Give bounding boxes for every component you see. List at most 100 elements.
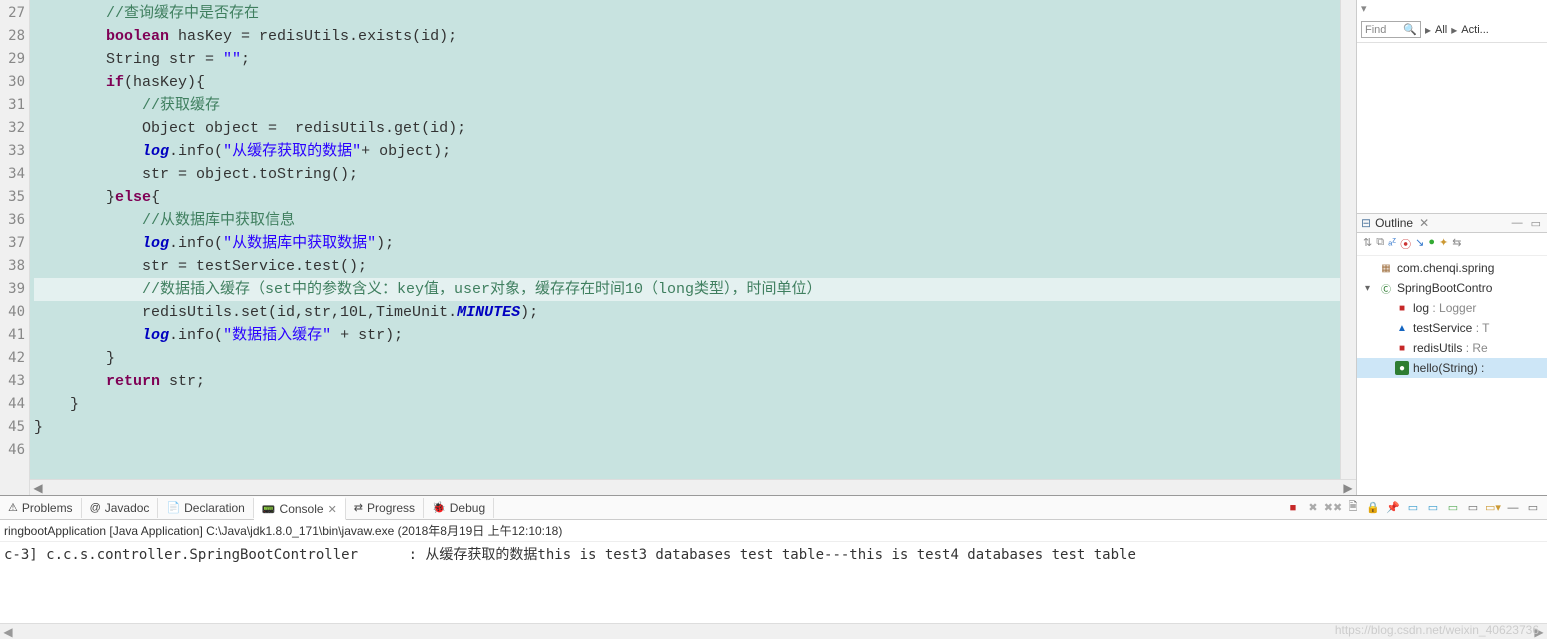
hide-nonpublic-icon[interactable]: ● — [1428, 236, 1435, 252]
minimize-icon[interactable]: ― — [1505, 500, 1521, 516]
maximize-icon[interactable]: ▭ — [1525, 500, 1541, 516]
code-line[interactable]: } — [34, 416, 1356, 439]
code-line[interactable]: log.info("从数据库中获取数据"); — [34, 232, 1356, 255]
dropdown-icon[interactable]: ▾ — [1361, 2, 1367, 15]
close-icon[interactable]: ✕ — [328, 503, 337, 516]
scroll-right-icon[interactable]: ▶ — [1340, 481, 1356, 495]
debug-icon: 🐞 — [432, 501, 446, 514]
clear-console-icon[interactable]: 🗎 — [1345, 500, 1361, 516]
link-editor-icon[interactable]: ⇆ — [1452, 236, 1461, 252]
method-icon: ● — [1395, 361, 1409, 375]
member-label: redisUtils : Re — [1413, 341, 1488, 355]
outline-member[interactable]: ■ log : Logger — [1357, 298, 1547, 318]
line-number: 39 — [0, 278, 29, 301]
tab-progress[interactable]: ⇄ Progress — [346, 498, 424, 518]
member-label: hello(String) : — [1413, 361, 1484, 375]
console-icon: 📟 — [262, 503, 276, 516]
outline-member[interactable]: ● hello(String) : — [1357, 358, 1547, 378]
console-dropdown-icon[interactable]: ▭▾ — [1485, 500, 1501, 516]
sort-icon[interactable]: ⇅ — [1363, 236, 1372, 252]
breadcrumb-all[interactable]: All — [1435, 24, 1447, 36]
code-editor[interactable]: 2728293031323334353637383940414243444546… — [0, 0, 1357, 495]
code-line[interactable]: log.info("从缓存获取的数据"+ object); — [34, 140, 1356, 163]
tab-debug[interactable]: 🐞Debug — [424, 498, 494, 518]
code-line[interactable]: //获取缓存 — [34, 94, 1356, 117]
code-line[interactable]: log.info("数据插入缓存" + str); — [34, 324, 1356, 347]
outline-tree[interactable]: ▦ com.chenqi.spring ▾ Ⓒ SpringBootContro… — [1357, 256, 1547, 380]
outline-member[interactable]: ▲testService : T — [1357, 318, 1547, 338]
find-placeholder: Find — [1365, 24, 1386, 36]
editor-scrollbar-horizontal[interactable]: ◀ ▶ — [30, 479, 1356, 495]
line-number: 46 — [0, 439, 29, 462]
code-line[interactable] — [34, 439, 1356, 462]
code-line[interactable]: }else{ — [34, 186, 1356, 209]
scroll-left-icon[interactable]: ◀ — [30, 481, 46, 495]
code-line[interactable]: str = object.toString(); — [34, 163, 1356, 186]
field-icon: ■ — [1395, 301, 1409, 315]
close-icon[interactable]: ✕ — [1419, 216, 1429, 230]
line-number: 31 — [0, 94, 29, 117]
line-number: 36 — [0, 209, 29, 232]
member-label: log : Logger — [1413, 301, 1476, 315]
line-number: 45 — [0, 416, 29, 439]
code-line[interactable]: //从数据库中获取信息 — [34, 209, 1356, 232]
terminate-icon[interactable]: ■ — [1285, 500, 1301, 516]
line-number: 38 — [0, 255, 29, 278]
code-line[interactable]: } — [34, 347, 1356, 370]
az-icon[interactable]: ₐᶻ — [1388, 236, 1396, 252]
search-icon[interactable]: 🔍 — [1403, 23, 1417, 36]
line-number: 32 — [0, 117, 29, 140]
tab-label: Progress — [367, 501, 415, 515]
hide-fields-icon[interactable]: ⦿ — [1400, 236, 1411, 252]
code-line[interactable]: str = testService.test(); — [34, 255, 1356, 278]
maximize-icon[interactable]: ▭ — [1529, 217, 1543, 230]
new-console-icon[interactable]: ▭ — [1445, 500, 1461, 516]
outline-package[interactable]: ▦ com.chenqi.spring — [1357, 258, 1547, 278]
class-label: SpringBootContro — [1397, 281, 1492, 295]
tab-console[interactable]: 📟Console✕ — [254, 497, 346, 520]
hide-local-icon[interactable]: ✦ — [1439, 236, 1448, 252]
line-number: 43 — [0, 370, 29, 393]
field-icon: ▲ — [1395, 321, 1409, 335]
outline-toolbar: ⇅ ⧉ ₐᶻ ⦿ ↘ ● ✦ ⇆ — [1357, 233, 1547, 256]
find-input[interactable]: Find 🔍 — [1361, 21, 1421, 38]
code-line[interactable]: String str = ""; — [34, 48, 1356, 71]
pin-console-icon[interactable]: 📌 — [1385, 500, 1401, 516]
code-line[interactable]: return str; — [34, 370, 1356, 393]
bottom-panel: ⚠Problems@Javadoc📄Declaration📟Console✕ ⇄ P… — [0, 495, 1547, 639]
code-line[interactable]: boolean hasKey = redisUtils.exists(id); — [34, 25, 1356, 48]
console-output[interactable]: c-3] c.c.s.controller.SpringBootControll… — [0, 542, 1547, 566]
tab-javadoc[interactable]: @Javadoc — [82, 498, 159, 518]
progress-icon: ⇄ — [354, 501, 363, 514]
line-number: 28 — [0, 25, 29, 48]
scroll-lock-icon[interactable]: 🔒 — [1365, 500, 1381, 516]
bottom-tab-bar: ⚠Problems@Javadoc📄Declaration📟Console✕ ⇄ P… — [0, 496, 1547, 520]
show-console-icon[interactable]: ▭ — [1465, 500, 1481, 516]
tab-problems[interactable]: ⚠Problems — [0, 498, 82, 518]
code-line[interactable]: Object object = redisUtils.get(id); — [34, 117, 1356, 140]
breadcrumb-separator-icon: ▸ — [1425, 23, 1431, 37]
remove-launch-icon[interactable]: ✖ — [1305, 500, 1321, 516]
code-line[interactable]: //查询缓存中是否存在 — [34, 2, 1356, 25]
code-line[interactable]: redisUtils.set(id,str,10L,TimeUnit.MINUT… — [34, 301, 1356, 324]
remove-all-icon[interactable]: ✖✖ — [1325, 500, 1341, 516]
minimize-icon[interactable]: ― — [1510, 217, 1525, 229]
code-line[interactable]: //数据插入缓存（set中的参数含义：key值，user对象，缓存存在时间10（… — [34, 278, 1356, 301]
editor-scrollbar-vertical[interactable] — [1340, 0, 1356, 479]
package-label: com.chenqi.spring — [1397, 261, 1494, 275]
hide-static-icon[interactable]: ↘ — [1415, 236, 1424, 252]
display-selected-icon[interactable]: ▭ — [1405, 500, 1421, 516]
declaration-icon: 📄 — [166, 501, 180, 514]
code-line[interactable]: if(hasKey){ — [34, 71, 1356, 94]
line-gutter: 2728293031323334353637383940414243444546 — [0, 0, 30, 495]
chevron-down-icon[interactable]: ▾ — [1365, 283, 1375, 294]
tab-declaration[interactable]: 📄Declaration — [158, 498, 253, 518]
outline-member[interactable]: ■redisUtils : Re — [1357, 338, 1547, 358]
breadcrumb-activate[interactable]: Acti... — [1461, 24, 1489, 36]
outline-class[interactable]: ▾ Ⓒ SpringBootContro — [1357, 278, 1547, 298]
code-line[interactable]: } — [34, 393, 1356, 416]
code-content[interactable]: //查询缓存中是否存在 boolean hasKey = redisUtils.… — [30, 0, 1356, 495]
filter-icon[interactable]: ⧉ — [1376, 236, 1384, 252]
line-number: 37 — [0, 232, 29, 255]
open-console-icon[interactable]: ▭ — [1425, 500, 1441, 516]
